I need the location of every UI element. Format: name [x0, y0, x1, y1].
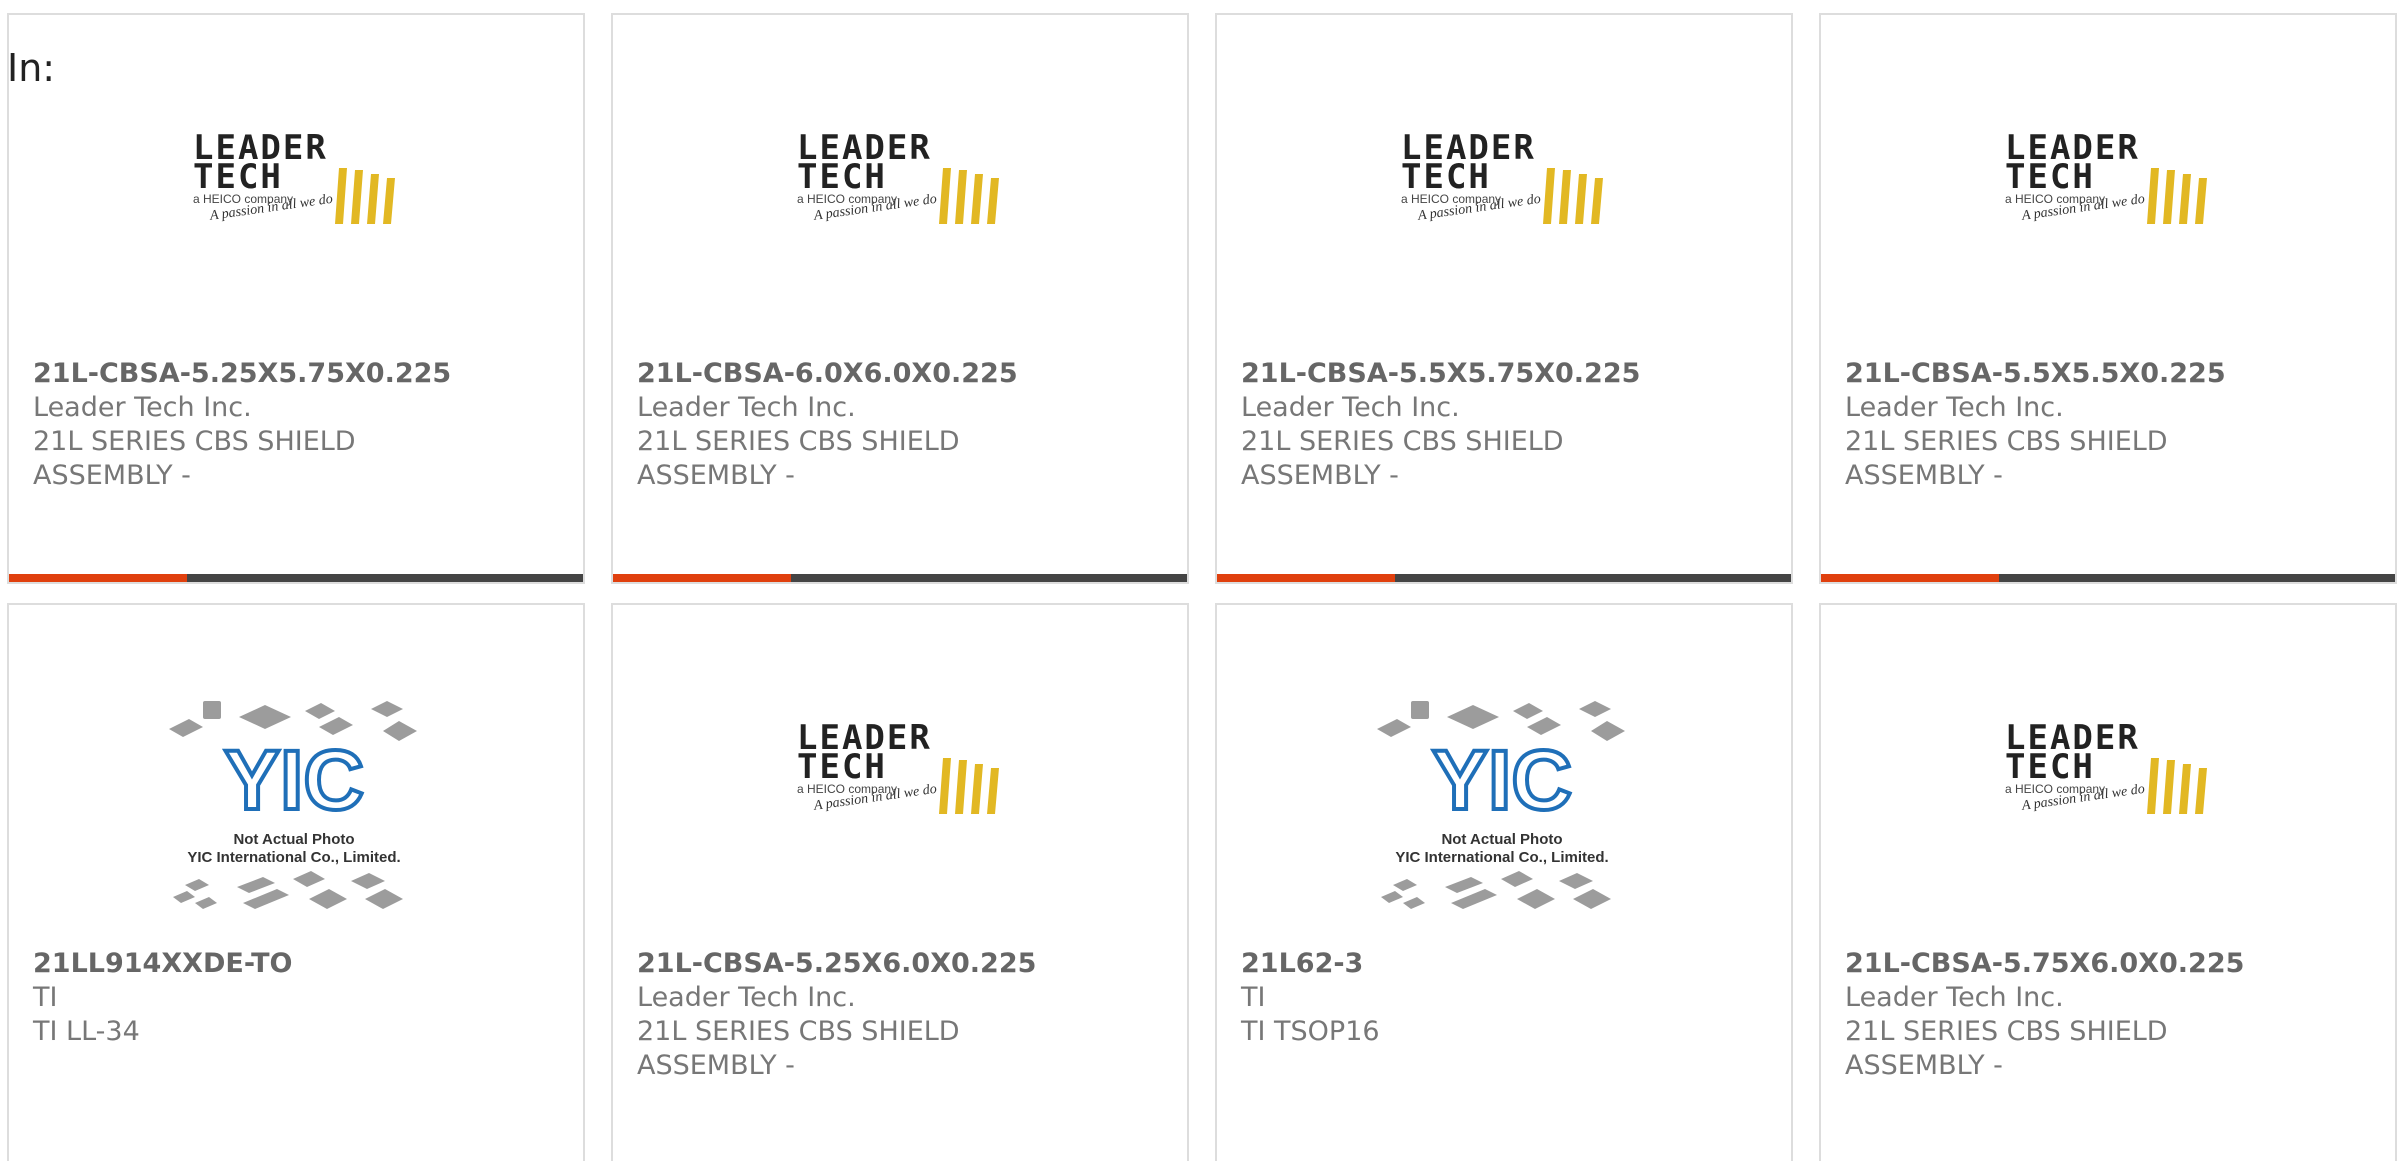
yic-company-name: YIC International Co., Limited. [187, 849, 401, 866]
yic-not-actual-photo: Not Actual Photo [233, 831, 355, 848]
yic-mark: YIC [1432, 733, 1572, 827]
description: 21L SERIES CBS SHIELD [1241, 426, 1564, 457]
description: ASSEMBLY - [1241, 460, 1399, 491]
logo-stripes-icon [939, 758, 999, 814]
in-label: In: [7, 46, 56, 90]
part-number[interactable]: 21L-CBSA-5.5X5.75X0.225 [1241, 357, 1771, 391]
yic-logo: YIC Not Actual Photo YIC International C… [1367, 691, 1637, 931]
progress-bar [1217, 574, 1791, 582]
description: ASSEMBLY - [1845, 1050, 2003, 1081]
product-image[interactable]: LEADER TECH a HEICO company A passion in… [1821, 15, 2395, 345]
product-grid-page: In: LEADER TECH a HEICO company A passio… [0, 0, 2400, 1161]
manufacturer: Leader Tech Inc. [637, 392, 856, 423]
leader-tech-logo: LEADER TECH a HEICO company A passion in… [193, 131, 403, 246]
progress-fill [613, 574, 791, 582]
leader-tech-logo: LEADER TECH a HEICO company A passion in… [1401, 131, 1611, 246]
product-card[interactable]: LEADER TECH a HEICO company A passion in… [1819, 603, 2397, 1161]
manufacturer: TI [1241, 982, 1266, 1013]
part-number[interactable]: 21L62-3 [1241, 947, 1771, 981]
leader-tech-logo: LEADER TECH a HEICO company A passion in… [2005, 721, 2215, 836]
yic-mark: YIC [224, 733, 364, 827]
product-card[interactable]: YIC Not Actual Photo YIC International C… [1215, 603, 1793, 1161]
product-info: 21L-CBSA-6.0X6.0X0.225 Leader Tech Inc. … [637, 357, 1167, 493]
leader-tech-logo: LEADER TECH a HEICO company A passion in… [797, 131, 1007, 246]
description: 21L SERIES CBS SHIELD [637, 426, 960, 457]
yic-logo: YIC Not Actual Photo YIC International C… [159, 691, 429, 931]
manufacturer: Leader Tech Inc. [1845, 982, 2064, 1013]
description: ASSEMBLY - [637, 1050, 795, 1081]
description: TI LL-34 [33, 1016, 140, 1047]
progress-bar [613, 574, 1187, 582]
product-card[interactable]: LEADER TECH a HEICO company A passion in… [1819, 13, 2397, 584]
chip-packages-icon: YIC [1377, 701, 1625, 909]
yic-not-actual-photo: Not Actual Photo [1441, 831, 1563, 848]
product-info: 21L-CBSA-5.25X5.75X0.225 Leader Tech Inc… [33, 357, 563, 493]
product-card[interactable]: LEADER TECH a HEICO company A passion in… [7, 13, 585, 584]
part-number[interactable]: 21L-CBSA-6.0X6.0X0.225 [637, 357, 1167, 391]
product-image[interactable]: LEADER TECH a HEICO company A passion in… [613, 605, 1187, 935]
manufacturer: Leader Tech Inc. [33, 392, 252, 423]
product-card[interactable]: YIC Not Actual Photo YIC International C… [7, 603, 585, 1161]
product-card[interactable]: LEADER TECH a HEICO company A passion in… [611, 13, 1189, 584]
progress-bar [9, 574, 583, 582]
product-info: 21L62-3 TI TI TSOP16 [1241, 947, 1771, 1049]
product-image[interactable]: LEADER TECH a HEICO company A passion in… [613, 15, 1187, 345]
manufacturer: Leader Tech Inc. [1845, 392, 2064, 423]
description: ASSEMBLY - [33, 460, 191, 491]
leader-tech-logo: LEADER TECH a HEICO company A passion in… [797, 721, 1007, 836]
progress-fill [1217, 574, 1395, 582]
description: TI TSOP16 [1241, 1016, 1380, 1047]
logo-stripes-icon [939, 168, 999, 224]
yic-company-name: YIC International Co., Limited. [1395, 849, 1609, 866]
product-info: 21L-CBSA-5.5X5.5X0.225 Leader Tech Inc. … [1845, 357, 2375, 493]
product-info: 21L-CBSA-5.25X6.0X0.225 Leader Tech Inc.… [637, 947, 1167, 1083]
logo-stripes-icon [1543, 168, 1603, 224]
manufacturer: Leader Tech Inc. [1241, 392, 1460, 423]
product-image[interactable]: LEADER TECH a HEICO company A passion in… [1217, 15, 1791, 345]
product-card[interactable]: LEADER TECH a HEICO company A passion in… [1215, 13, 1793, 584]
progress-bar [1821, 574, 2395, 582]
part-number[interactable]: 21L-CBSA-5.25X6.0X0.225 [637, 947, 1167, 981]
description: 21L SERIES CBS SHIELD [637, 1016, 960, 1047]
product-info: 21L-CBSA-5.5X5.75X0.225 Leader Tech Inc.… [1241, 357, 1771, 493]
manufacturer: Leader Tech Inc. [637, 982, 856, 1013]
leader-tech-logo: LEADER TECH a HEICO company A passion in… [2005, 131, 2215, 246]
product-info: 21LL914XXDE-TO TI TI LL-34 [33, 947, 563, 1049]
product-image[interactable]: YIC Not Actual Photo YIC International C… [1217, 605, 1791, 935]
description: 21L SERIES CBS SHIELD [33, 426, 356, 457]
description: 21L SERIES CBS SHIELD [1845, 426, 2168, 457]
product-image[interactable]: LEADER TECH a HEICO company A passion in… [9, 15, 583, 345]
progress-fill [9, 574, 187, 582]
description: 21L SERIES CBS SHIELD [1845, 1016, 2168, 1047]
description: ASSEMBLY - [637, 460, 795, 491]
logo-stripes-icon [335, 168, 395, 224]
chip-packages-icon: YIC [169, 701, 417, 909]
product-card[interactable]: LEADER TECH a HEICO company A passion in… [611, 603, 1189, 1161]
logo-stripes-icon [2147, 168, 2207, 224]
product-info: 21L-CBSA-5.75X6.0X0.225 Leader Tech Inc.… [1845, 947, 2375, 1083]
part-number[interactable]: 21LL914XXDE-TO [33, 947, 563, 981]
logo-stripes-icon [2147, 758, 2207, 814]
product-image[interactable]: LEADER TECH a HEICO company A passion in… [1821, 605, 2395, 935]
part-number[interactable]: 21L-CBSA-5.25X5.75X0.225 [33, 357, 563, 391]
manufacturer: TI [33, 982, 58, 1013]
part-number[interactable]: 21L-CBSA-5.75X6.0X0.225 [1845, 947, 2375, 981]
description: ASSEMBLY - [1845, 460, 2003, 491]
progress-fill [1821, 574, 1999, 582]
part-number[interactable]: 21L-CBSA-5.5X5.5X0.225 [1845, 357, 2375, 391]
product-image[interactable]: YIC Not Actual Photo YIC International C… [9, 605, 583, 935]
